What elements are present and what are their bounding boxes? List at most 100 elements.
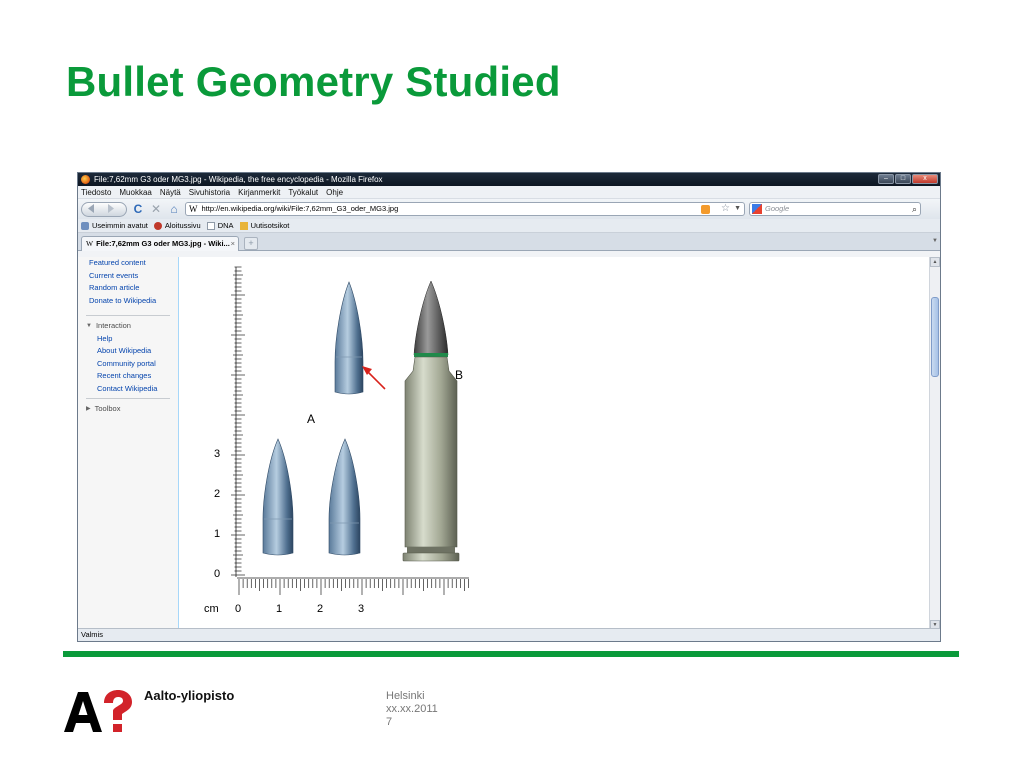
ruler-label-h0: 0 — [235, 603, 241, 615]
google-icon[interactable] — [752, 204, 762, 214]
label-a: A — [307, 412, 315, 426]
url-dropdown-icon[interactable]: ▼ — [734, 203, 741, 215]
indicator-arrow — [362, 366, 386, 390]
page-content: Featured content Current events Random a… — [78, 257, 940, 630]
close-tab-icon[interactable]: × — [231, 237, 235, 251]
back-forward-button[interactable] — [81, 201, 127, 217]
footer-meta: Helsinki xx.xx.2011 7 — [386, 690, 438, 729]
bullet-a-top — [334, 281, 364, 395]
ruler-label-h1: 1 — [276, 603, 282, 615]
bookmarks-toolbar: Useimmin avatut Aloitussivu DNA Uutisots… — [78, 219, 940, 233]
bookmark-dna[interactable]: DNA — [206, 219, 234, 232]
menu-history[interactable]: Sivuhistoria — [189, 186, 230, 198]
wiki-file-image: 0 1 2 3 cm 0 1 2 3 A B — [179, 257, 929, 630]
window-title: File:7,62mm G3 oder MG3.jpg - Wikipedia,… — [94, 175, 383, 184]
bullet-photo: 0 1 2 3 cm 0 1 2 3 A B — [204, 266, 469, 615]
search-box[interactable]: Google ⌕ — [749, 202, 921, 216]
status-text: Valmis — [81, 630, 103, 639]
bookmark-star-icon[interactable]: ☆ — [721, 203, 730, 215]
sidebar-link-help[interactable]: Help — [78, 333, 178, 346]
menu-edit[interactable]: Muokkaa — [119, 186, 151, 198]
most-visited-icon — [81, 221, 89, 230]
search-placeholder: Google — [765, 204, 790, 213]
tab-bar: W File:7,62mm G3 oder MG3.jpg - Wiki... … — [78, 233, 940, 251]
footer-divider — [63, 651, 959, 657]
wikipedia-favicon: W — [86, 239, 94, 248]
sidebar-link-contact[interactable]: Contact Wikipedia — [78, 383, 178, 396]
navigation-toolbar: C ✕ ⌂ W http://en.wikipedia.org/wiki/Fil… — [78, 199, 940, 219]
wiki-sidebar: Featured content Current events Random a… — [78, 257, 179, 630]
ruler-label-v3: 3 — [214, 448, 220, 460]
horizontal-ruler — [237, 577, 469, 595]
stop-icon[interactable]: ✕ — [149, 202, 163, 216]
page-icon — [206, 221, 215, 230]
sidebar-link-current-events[interactable]: Current events — [78, 270, 178, 283]
maximize-button[interactable]: □ — [895, 174, 911, 184]
scroll-up-button[interactable]: ▲ — [930, 257, 940, 267]
vertical-ruler — [231, 266, 245, 577]
footer-page-number: 7 — [386, 716, 393, 728]
bookmark-label: Uutisotsikot — [250, 220, 290, 230]
bookmark-headlines[interactable]: Uutisotsikot — [239, 219, 290, 232]
organization-name: Aalto-yliopisto — [144, 688, 235, 703]
vertical-scrollbar[interactable]: ▲ ▼ — [929, 257, 940, 630]
menu-bookmarks[interactable]: Kirjanmerkit — [238, 186, 280, 198]
reload-icon[interactable]: C — [131, 202, 145, 216]
menu-tools[interactable]: Työkalut — [288, 186, 318, 198]
footer-date: xx.xx.2011 — [386, 703, 438, 715]
section-label: Interaction — [95, 321, 131, 330]
ruler-label-h3: 3 — [358, 603, 364, 615]
sidebar-section-interaction[interactable]: ▼ Interaction — [78, 320, 178, 333]
menu-file[interactable]: Tiedosto — [81, 186, 111, 198]
footer-city: Helsinki — [386, 690, 425, 702]
home-icon[interactable]: ⌂ — [167, 202, 181, 216]
label-b: B — [455, 368, 463, 382]
sidebar-section-toolbox[interactable]: ▶ Toolbox — [78, 403, 178, 416]
expanded-triangle-icon: ▼ — [86, 323, 92, 329]
horizontal-ruler-labels: cm 0 1 2 3 — [204, 603, 364, 615]
new-tab-button[interactable]: + — [244, 237, 258, 250]
vertical-ruler-labels: 0 1 2 3 — [214, 448, 220, 580]
bookmark-start-page[interactable]: Aloitussivu — [153, 219, 201, 232]
scroll-thumb[interactable] — [931, 297, 939, 377]
status-bar: Valmis — [78, 628, 940, 641]
start-page-icon — [153, 221, 162, 230]
tab-active[interactable]: W File:7,62mm G3 oder MG3.jpg - Wiki... … — [81, 236, 239, 251]
tab-list-icon[interactable]: ▼ — [932, 238, 938, 244]
ruler-label-v0: 0 — [214, 568, 220, 580]
sidebar-link-about[interactable]: About Wikipedia — [78, 345, 178, 358]
ruler-unit-label: cm — [204, 603, 219, 615]
url-text[interactable]: http://en.wikipedia.org/wiki/File:7,62mm… — [202, 203, 399, 215]
menu-bar: Tiedosto Muokkaa Näytä Sivuhistoria Kirj… — [78, 186, 940, 199]
bullet-bottom-right — [328, 438, 361, 556]
browser-window: File:7,62mm G3 oder MG3.jpg - Wikipedia,… — [77, 172, 941, 642]
cartridge-b — [402, 280, 460, 562]
close-window-button[interactable]: x — [912, 174, 938, 184]
ruler-label-h2: 2 — [317, 603, 323, 615]
collapsed-triangle-icon: ▶ — [86, 406, 91, 412]
ruler-label-v1: 1 — [214, 528, 220, 540]
bookmark-most-visited[interactable]: Useimmin avatut — [81, 219, 148, 232]
ruler-label-v2: 2 — [214, 488, 220, 500]
sidebar-link-random-article[interactable]: Random article — [78, 282, 178, 295]
rss-feed-icon[interactable] — [701, 205, 710, 214]
back-forward-icon — [88, 203, 114, 213]
sidebar-link-donate[interactable]: Donate to Wikipedia — [78, 295, 178, 308]
tab-label: File:7,62mm G3 oder MG3.jpg - Wiki... — [96, 239, 230, 248]
bookmark-label: Useimmin avatut — [92, 220, 148, 230]
sidebar-link-community-portal[interactable]: Community portal — [78, 358, 178, 371]
menu-view[interactable]: Näytä — [160, 186, 181, 198]
sidebar-link-recent-changes[interactable]: Recent changes — [78, 370, 178, 383]
window-controls: – □ x — [878, 174, 938, 184]
url-bar[interactable]: W http://en.wikipedia.org/wiki/File:7,62… — [185, 202, 745, 216]
menu-help[interactable]: Ohje — [326, 186, 343, 198]
window-titlebar: File:7,62mm G3 oder MG3.jpg - Wikipedia,… — [78, 173, 940, 186]
wikipedia-favicon: W — [189, 204, 198, 214]
slide-title: Bullet Geometry Studied — [66, 58, 561, 105]
aalto-logo — [64, 690, 132, 732]
feed-folder-icon — [239, 221, 248, 230]
minimize-button[interactable]: – — [878, 174, 894, 184]
section-label: Toolbox — [94, 404, 121, 413]
search-icon[interactable]: ⌕ — [912, 203, 917, 215]
sidebar-link-featured-content[interactable]: Featured content — [78, 257, 178, 270]
